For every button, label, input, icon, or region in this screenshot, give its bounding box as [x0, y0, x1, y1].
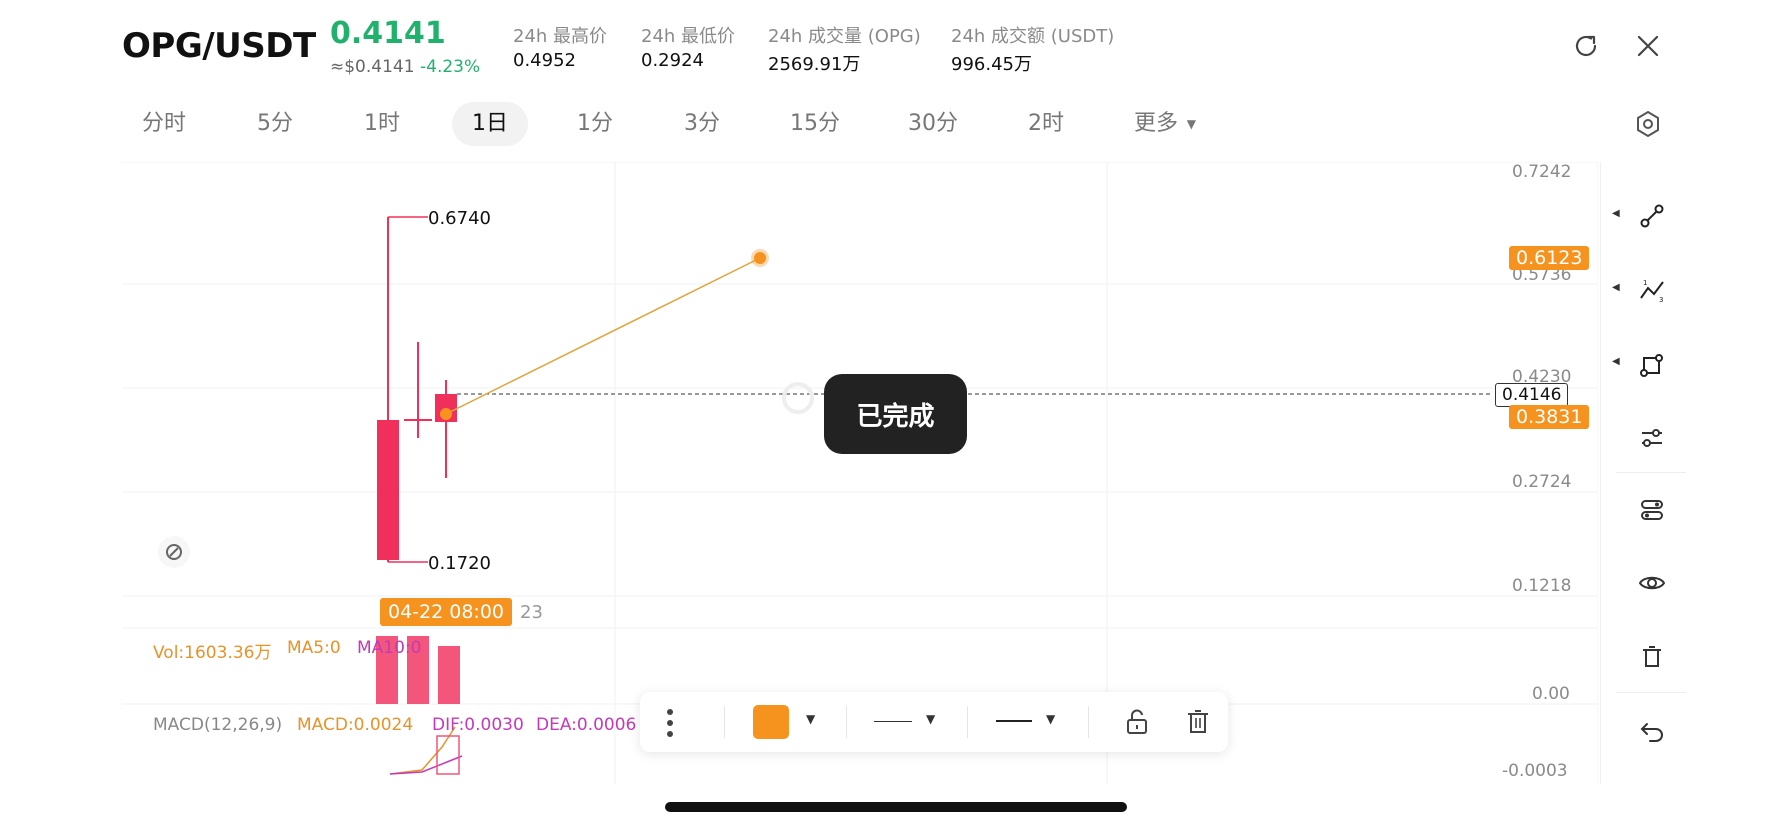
- stat-low-value: 0.2924: [641, 50, 704, 71]
- time-cursor-tag: 04-22 08:00: [380, 598, 513, 626]
- indicator-settings-icon[interactable]: [1630, 416, 1674, 460]
- macd-histogram: [436, 735, 460, 775]
- tab-1m[interactable]: 1分: [565, 102, 625, 146]
- ma5-legend: MA5:0: [287, 638, 341, 658]
- lock-icon[interactable]: [1124, 708, 1150, 740]
- candle-body: [377, 420, 399, 560]
- tab-1h[interactable]: 1时: [352, 102, 412, 146]
- kline-chart[interactable]: [122, 162, 1598, 784]
- tab-5m[interactable]: 5分: [245, 102, 305, 146]
- svg-text:3: 3: [1659, 296, 1663, 304]
- chevron-down-icon: ▼: [1186, 117, 1197, 131]
- stat-turnover-value: 996.45万: [951, 54, 1032, 75]
- current-price-tag: 0.4146: [1495, 383, 1569, 407]
- last-price: 0.4141: [330, 16, 446, 51]
- stat-turnover-label: 24h 成交额 (USDT): [951, 26, 1115, 47]
- stat-volume-label: 24h 成交量 (OPG): [768, 26, 921, 47]
- high-price-label: 0.6740: [428, 208, 491, 229]
- home-indicator: [665, 802, 1127, 812]
- trendline-tool-icon[interactable]: [1630, 194, 1674, 238]
- chevron-down-icon[interactable]: ▼: [806, 712, 815, 726]
- y-axis-label: 0.2724: [1512, 472, 1572, 492]
- dif-value: DIF:0.0030: [432, 715, 524, 735]
- tab-more[interactable]: 更多 ▼: [1122, 102, 1206, 146]
- macd-axis-label: -0.0003: [1502, 761, 1568, 781]
- price-change: -4.23%: [420, 57, 481, 77]
- stat-high-value: 0.4952: [513, 50, 576, 71]
- tab-3m[interactable]: 3分: [672, 102, 732, 146]
- y-axis-label: 0.1218: [1512, 576, 1572, 596]
- svg-text:1: 1: [1643, 279, 1647, 287]
- line-price-tag: 0.6123: [1509, 246, 1590, 270]
- tab-15m[interactable]: 15分: [778, 102, 852, 146]
- y-axis-label: 0.7242: [1512, 162, 1572, 182]
- tab-more-label: 更多: [1134, 111, 1179, 136]
- undo-icon[interactable]: [1630, 708, 1674, 752]
- tab-2h[interactable]: 2时: [1016, 102, 1076, 146]
- vol-legend: Vol:1603.36万: [153, 643, 272, 663]
- chevron-down-icon[interactable]: ▼: [1046, 712, 1055, 726]
- line-width-icon[interactable]: [874, 721, 912, 722]
- delete-drawing-icon[interactable]: [1185, 708, 1211, 740]
- close-icon[interactable]: [1630, 28, 1666, 64]
- time-axis-label: 23: [520, 602, 543, 623]
- approx-price: ≈$0.4141: [330, 57, 415, 77]
- trend-line-handle-end: [754, 252, 766, 264]
- expand-arrow-icon[interactable]: ◀: [1612, 282, 1620, 293]
- drag-handle-icon[interactable]: [660, 707, 680, 739]
- pair-title: OPG/USDT: [122, 26, 316, 66]
- fib-tool-icon[interactable]: 13: [1630, 268, 1674, 312]
- ma10-legend: MA10:0: [357, 638, 422, 658]
- trend-line-drawing: [445, 257, 761, 415]
- tab-30m[interactable]: 30分: [896, 102, 970, 146]
- low-price-label: 0.1720: [428, 553, 491, 574]
- expand-arrow-icon[interactable]: ◀: [1612, 208, 1620, 219]
- drawing-toolbar: ▼ ▼ ▼: [640, 692, 1228, 752]
- tab-1d[interactable]: 1日: [452, 102, 528, 146]
- tab-timeline[interactable]: 分时: [130, 102, 198, 146]
- chart-settings-icon[interactable]: [1630, 106, 1666, 142]
- layers-icon[interactable]: [1630, 488, 1674, 532]
- dea-value: DEA:0.0006: [536, 715, 637, 735]
- visibility-icon[interactable]: [1630, 561, 1674, 605]
- stat-low-label: 24h 最低价: [641, 26, 736, 47]
- delete-all-icon[interactable]: [1630, 635, 1674, 679]
- color-swatch[interactable]: [753, 705, 789, 739]
- vol-axis-label: 0.00: [1532, 684, 1570, 704]
- stat-high-label: 24h 最高价: [513, 26, 608, 47]
- toast-message: 已完成: [824, 374, 967, 454]
- macd-value: MACD:0.0024: [297, 715, 414, 735]
- shape-tool-icon[interactable]: [1630, 342, 1674, 386]
- watermark-icon: [158, 536, 190, 568]
- rotate-icon[interactable]: [1568, 28, 1604, 64]
- chevron-down-icon[interactable]: ▼: [926, 712, 935, 726]
- volume-bar: [438, 646, 460, 704]
- line-price-tag: 0.3831: [1509, 405, 1590, 429]
- expand-arrow-icon[interactable]: ◀: [1612, 356, 1620, 367]
- trend-line-handle-start: [440, 408, 452, 420]
- macd-title: MACD(12,26,9): [153, 715, 283, 735]
- line-style-icon[interactable]: [996, 720, 1032, 722]
- stat-volume-value: 2569.91万: [768, 54, 861, 75]
